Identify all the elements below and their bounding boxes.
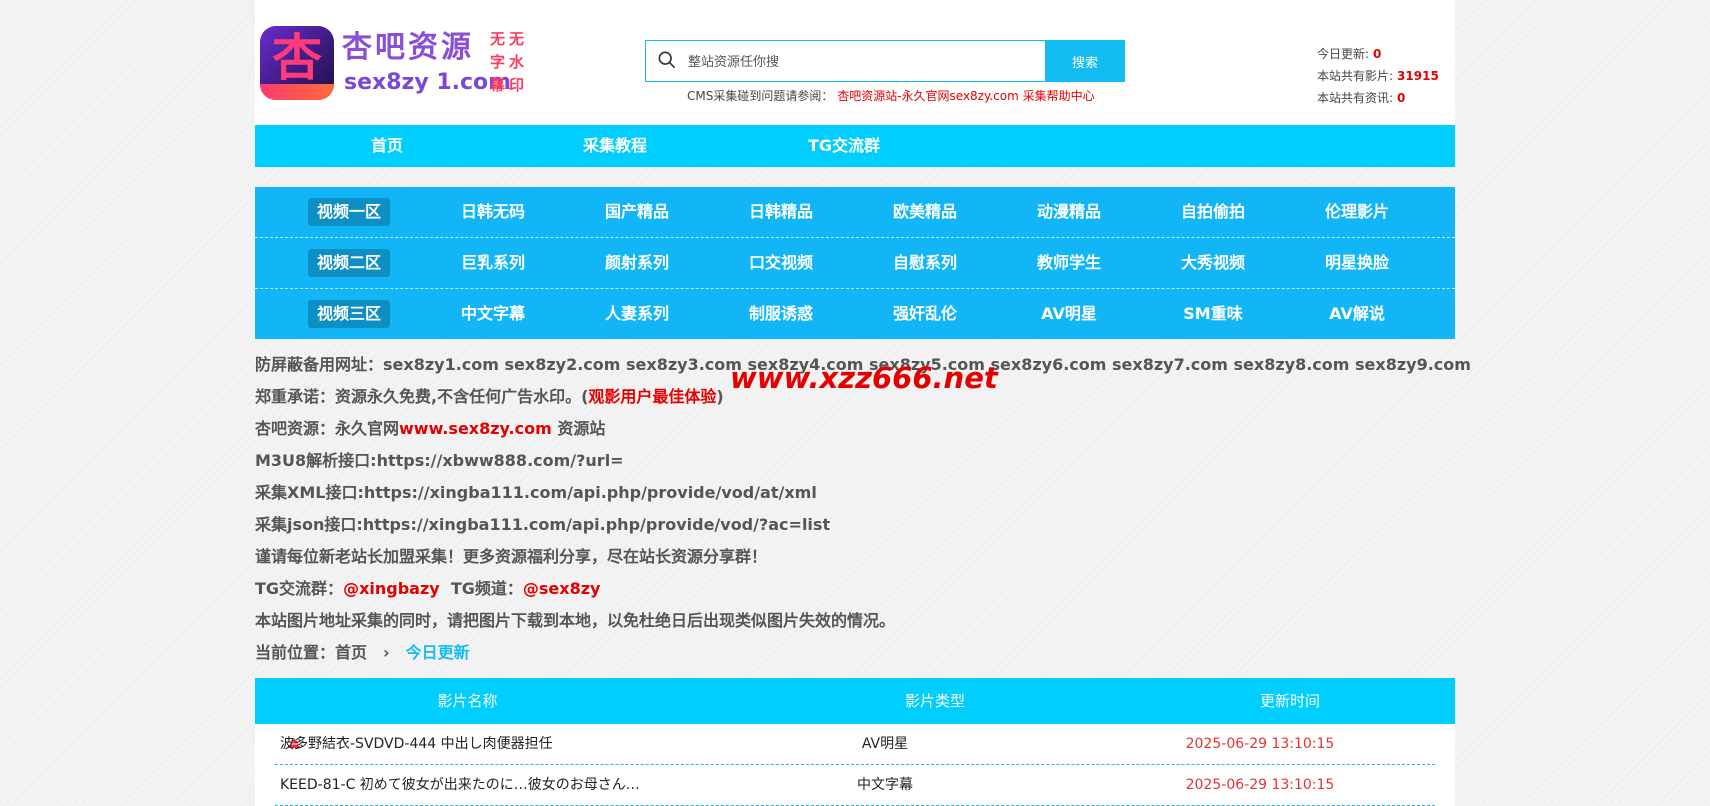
- nav-tg-group[interactable]: TG交流群: [774, 125, 914, 167]
- search-button[interactable]: 搜索: [1045, 40, 1125, 82]
- category-link[interactable]: 颜射系列: [565, 238, 709, 288]
- breadcrumb: 当前位置：首页 › 今日更新: [255, 643, 470, 662]
- movie-type: AV明星: [861, 736, 909, 752]
- stat-movies: 本站共有影片: 31915: [1317, 69, 1439, 83]
- category-link[interactable]: 教师学生: [997, 238, 1141, 288]
- site-logo[interactable]: 杏 杏吧资源 sex8zy 1.com 无无字水幕印: [260, 26, 530, 104]
- category-row-1: 视频一区 日韩无码 国产精品 日韩精品 欧美精品 动漫精品 自拍偷拍 伦理影片: [255, 187, 1455, 238]
- category-grid: 视频一区 日韩无码 国产精品 日韩精品 欧美精品 动漫精品 自拍偷拍 伦理影片 …: [255, 187, 1455, 339]
- table-row[interactable]: 波多野結衣-SVDVD-444 中出し肉便器担任 AV明星 2025-06-29…: [275, 724, 1435, 765]
- category-link[interactable]: 自拍偷拍: [1141, 187, 1285, 237]
- site-header: 杏 杏吧资源 sex8zy 1.com 无无字水幕印 搜索 CMS采集碰到问题请…: [255, 0, 1455, 125]
- chevron-right-icon: ›: [383, 643, 390, 662]
- zone-label: 视频二区: [277, 238, 421, 288]
- notice-official: 杏吧资源：永久官网www.sex8zy.com 资源站: [255, 419, 606, 438]
- notice-json-api: 采集json接口:https://xingba111.com/api.php/p…: [255, 515, 831, 534]
- logo-mark-icon: 杏: [260, 26, 334, 100]
- notice-m3u8-api: M3U8解析接口:https://xbww888.com/?url=: [255, 451, 624, 470]
- site-stats: 今日更新: 0 本站共有影片: 31915 本站共有资讯: 0: [1317, 43, 1439, 109]
- category-link[interactable]: 大秀视频: [1141, 238, 1285, 288]
- notice-telegram: TG交流群：@xingbazy TG频道：@sex8zy: [255, 579, 601, 598]
- category-row-3: 视频三区 中文字幕 人妻系列 制服诱惑 强奸乱伦 AV明星 SM重味 AV解说: [255, 289, 1455, 339]
- logo-domain: sex8zy 1.com: [344, 70, 512, 95]
- category-link[interactable]: 强奸乱伦: [853, 289, 997, 339]
- zone-label: 视频一区: [277, 187, 421, 237]
- update-table: 影片名称 影片类型 更新时间 波多野結衣-SVDVD-444 中出し肉便器担任 …: [255, 678, 1455, 806]
- category-link[interactable]: AV明星: [997, 289, 1141, 339]
- col-header-type: 影片类型: [904, 692, 965, 710]
- movie-time: 2025-06-29 13:10:15: [1185, 777, 1335, 793]
- category-link[interactable]: 伦理影片: [1285, 187, 1429, 237]
- cms-help-link[interactable]: 杏吧资源站-永久官网sex8zy.com 采集帮助中心: [837, 89, 1094, 103]
- search-input[interactable]: [686, 41, 1010, 83]
- movie-title: 波多野結衣-SVDVD-444 中出し肉便器担任: [280, 736, 553, 752]
- category-link[interactable]: SM重味: [1141, 289, 1285, 339]
- tg-group-link[interactable]: @xingbazy: [343, 579, 440, 598]
- movie-title[interactable]: KEED-81-C 初めて彼女が出来たのに…彼女のお母さん…: [280, 765, 640, 805]
- cms-help-prefix: CMS采集碰到问题请参阅：: [687, 89, 834, 103]
- category-link[interactable]: 自慰系列: [853, 238, 997, 288]
- table-header: 影片名称 影片类型 更新时间: [255, 678, 1455, 724]
- notice-list: 防屏蔽备用网址：sex8zy1.com sex8zy2.com sex8zy3.…: [255, 349, 1471, 669]
- category-link[interactable]: 人妻系列: [565, 289, 709, 339]
- watermark-text: www.xzz666.net: [730, 361, 998, 395]
- col-header-title: 影片名称: [437, 692, 498, 710]
- movie-type: 中文字幕: [857, 777, 913, 793]
- nav-tutorial[interactable]: 采集教程: [545, 125, 685, 167]
- logo-glyph: 杏: [272, 28, 322, 87]
- category-link[interactable]: 欧美精品: [853, 187, 997, 237]
- logo-title: 杏吧资源: [342, 30, 474, 65]
- category-link[interactable]: AV解说: [1285, 289, 1429, 339]
- category-link[interactable]: 明星换脸: [1285, 238, 1429, 288]
- breadcrumb-home[interactable]: 首页: [335, 643, 367, 662]
- tg-channel-link[interactable]: @sex8zy: [523, 579, 601, 598]
- zone-label: 视频三区: [277, 289, 421, 339]
- search-icon: [658, 51, 676, 69]
- notice-image-tip: 本站图片地址采集的同时，请把图片下载到本地，以免杜绝日后出现类似图片失效的情况。: [255, 611, 896, 630]
- category-link[interactable]: 动漫精品: [997, 187, 1141, 237]
- nav-home[interactable]: 首页: [317, 125, 457, 167]
- stat-today: 今日更新: 0: [1317, 47, 1382, 61]
- category-link[interactable]: 巨乳系列: [421, 238, 565, 288]
- promise-highlight: 观影用户最佳体验: [588, 387, 717, 406]
- category-link[interactable]: 口交视频: [709, 238, 853, 288]
- main-nav: 首页 采集教程 TG交流群: [255, 125, 1455, 167]
- category-link[interactable]: 日韩精品: [709, 187, 853, 237]
- notice-xml-api: 采集XML接口:https://xingba111.com/api.php/pr…: [255, 483, 817, 502]
- logo-tagline: 无无字水幕印: [490, 30, 529, 94]
- search-box: 搜索: [645, 40, 1125, 83]
- category-link[interactable]: 中文字幕: [421, 289, 565, 339]
- col-header-time: 更新时间: [1259, 692, 1320, 710]
- category-link[interactable]: 制服诱惑: [709, 289, 853, 339]
- official-site-link[interactable]: www.sex8zy.com: [399, 419, 552, 438]
- category-row-2: 视频二区 巨乳系列 颜射系列 口交视频 自慰系列 教师学生 大秀视频 明星换脸: [255, 238, 1455, 289]
- cms-help-line: CMS采集碰到问题请参阅： 杏吧资源站-永久官网sex8zy.com 采集帮助中…: [687, 87, 1095, 104]
- notice-join: 谨请每位新老站长加盟采集！更多资源福利分享，尽在站长资源分享群！: [255, 547, 768, 566]
- breadcrumb-current[interactable]: 今日更新: [406, 643, 470, 662]
- page-container: 杏 杏吧资源 sex8zy 1.com 无无字水幕印 搜索 CMS采集碰到问题请…: [255, 0, 1471, 806]
- category-link[interactable]: 日韩无码: [421, 187, 565, 237]
- movie-time: 2025-06-29 13:10:15: [1185, 736, 1335, 752]
- stat-news: 本站共有资讯: 0: [1317, 91, 1406, 105]
- category-link[interactable]: 国产精品: [565, 187, 709, 237]
